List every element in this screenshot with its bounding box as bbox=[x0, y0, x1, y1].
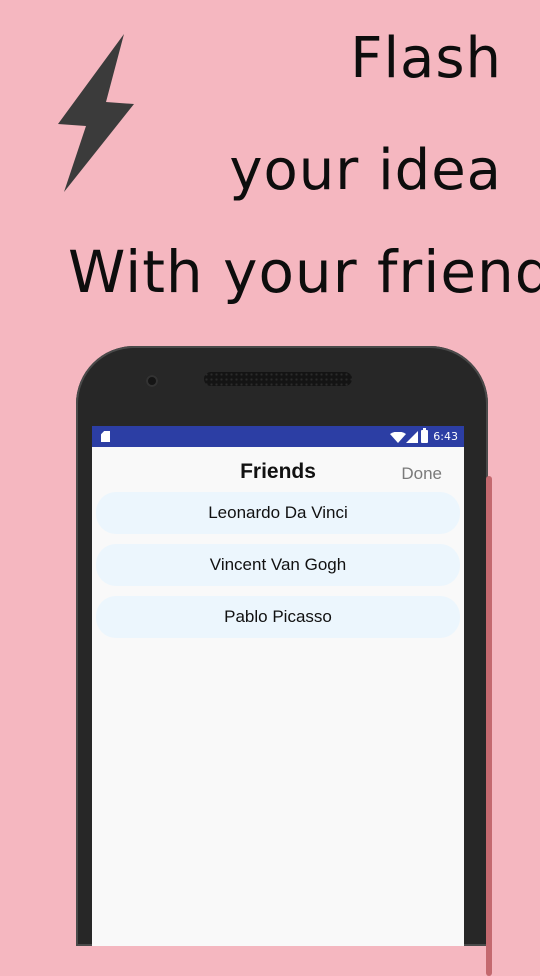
earpiece-speaker bbox=[204, 372, 352, 386]
headline-line-1: Flash bbox=[350, 26, 502, 91]
lightning-bolt-icon bbox=[58, 34, 134, 192]
headline-line-2: your idea bbox=[229, 138, 502, 203]
nav-bar: Friends Done bbox=[92, 447, 464, 492]
phone-frame: 6:43 Friends Done Leonardo Da Vinci Vinc… bbox=[76, 346, 492, 976]
front-camera bbox=[146, 375, 158, 387]
status-bar: 6:43 bbox=[92, 426, 464, 447]
headline-line-3: With your friend bbox=[68, 238, 540, 306]
friend-item[interactable]: Leonardo Da Vinci bbox=[96, 492, 460, 534]
friends-list: Leonardo Da Vinci Vincent Van Gogh Pablo… bbox=[92, 492, 464, 638]
battery-charging-icon bbox=[421, 428, 428, 443]
friend-item[interactable]: Pablo Picasso bbox=[96, 596, 460, 638]
done-button[interactable]: Done bbox=[401, 464, 442, 484]
friend-item[interactable]: Vincent Van Gogh bbox=[96, 544, 460, 586]
status-time: 6:43 bbox=[433, 430, 458, 443]
phone-screen: 6:43 Friends Done Leonardo Da Vinci Vinc… bbox=[92, 426, 464, 946]
wifi-icon bbox=[390, 432, 406, 443]
signal-icon bbox=[406, 431, 418, 443]
phone-side-edge bbox=[486, 476, 492, 976]
sd-card-icon bbox=[101, 431, 110, 442]
